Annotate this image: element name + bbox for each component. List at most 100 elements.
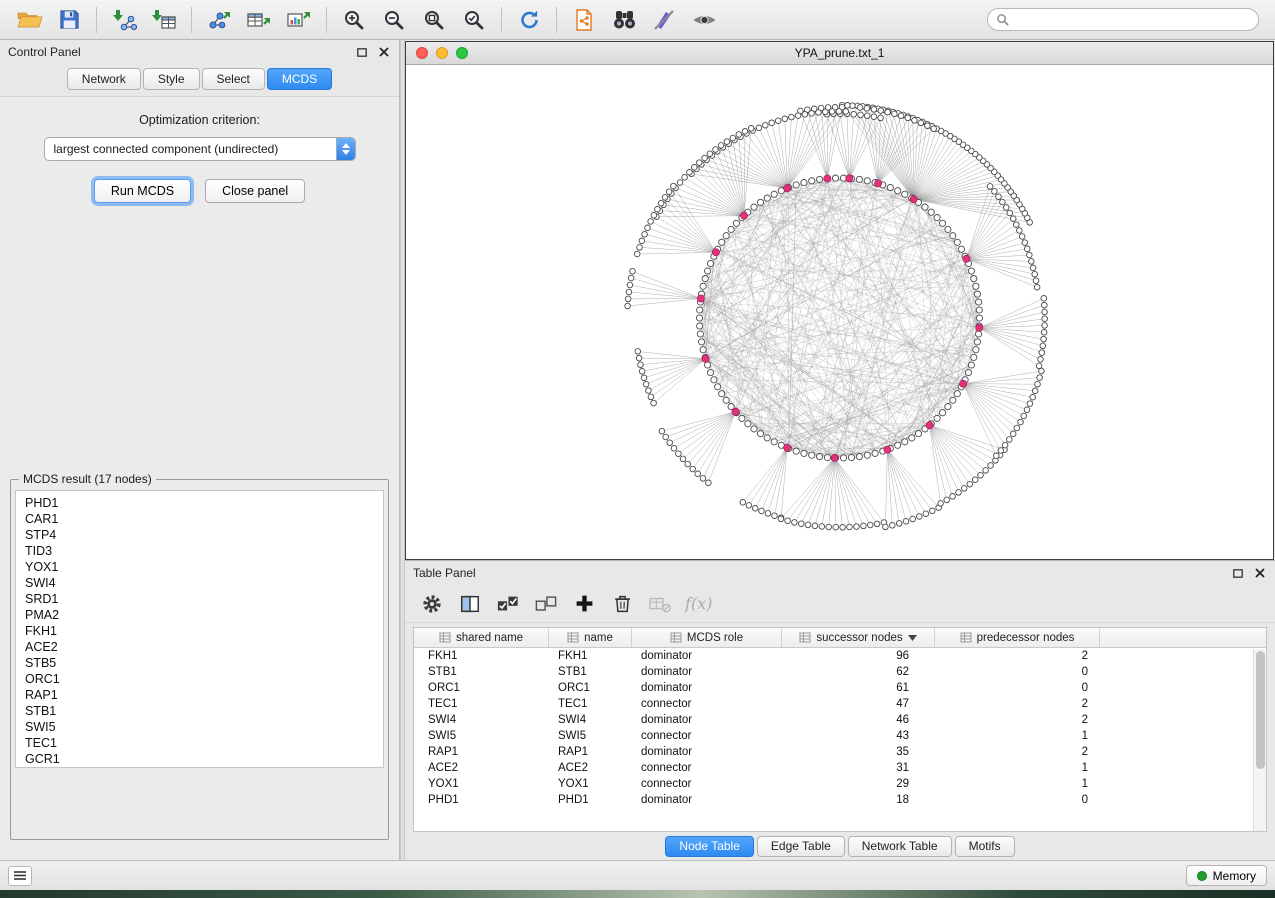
minimize-window-icon[interactable] <box>436 47 448 59</box>
save-session-button[interactable] <box>50 4 88 36</box>
float-table-panel-button[interactable] <box>1231 566 1245 580</box>
table-row[interactable]: SWI4SWI4dominator462 <box>414 712 1266 728</box>
mcds-result-item[interactable]: YOX1 <box>25 559 383 575</box>
table-row[interactable]: RAP1RAP1dominator352 <box>414 744 1266 760</box>
tab-node-table[interactable]: Node Table <box>665 836 754 857</box>
column-header-shared-name[interactable]: shared name <box>414 628 549 647</box>
tab-edge-table[interactable]: Edge Table <box>757 836 845 857</box>
control-panel-header: Control Panel <box>0 40 399 64</box>
show-columns-button[interactable] <box>453 589 487 619</box>
table-settings-button[interactable] <box>415 589 449 619</box>
table-vertical-scrollbar[interactable] <box>1253 649 1266 831</box>
zoom-fit-button[interactable] <box>415 4 453 36</box>
zoom-fit-icon <box>422 8 446 32</box>
mcds-result-item[interactable]: PMA2 <box>25 607 383 623</box>
mcds-result-item[interactable]: STP4 <box>25 527 383 543</box>
close-table-panel-button[interactable] <box>1253 566 1267 580</box>
select-stepper-icon <box>336 138 355 160</box>
close-window-icon[interactable] <box>416 47 428 59</box>
table-toolbar: f(x) <box>405 585 1275 623</box>
table-cell: ACE2 <box>549 760 632 776</box>
mcds-result-item[interactable]: TID3 <box>25 543 383 559</box>
tab-network-table[interactable]: Network Table <box>848 836 952 857</box>
zoom-out-button[interactable] <box>375 4 413 36</box>
float-panel-button[interactable] <box>355 45 369 59</box>
export-network-button[interactable] <box>200 4 238 36</box>
add-column-button[interactable] <box>567 589 601 619</box>
mcds-result-item[interactable]: ACE2 <box>25 639 383 655</box>
mcds-result-item[interactable]: GCR1 <box>25 751 383 767</box>
table-row[interactable]: FKH1FKH1dominator962 <box>414 648 1266 664</box>
task-history-button[interactable] <box>8 866 32 886</box>
search-input[interactable] <box>1014 13 1250 27</box>
zoom-in-button[interactable] <box>335 4 373 36</box>
table-row[interactable]: ACE2ACE2connector311 <box>414 760 1266 776</box>
tab-select[interactable]: Select <box>202 68 265 90</box>
close-panel-button[interactable]: Close panel <box>205 179 305 203</box>
style-slash-icon <box>652 8 676 32</box>
open-session-button[interactable] <box>10 4 48 36</box>
sort-chevron-icon[interactable] <box>908 635 917 641</box>
column-header-successor-nodes[interactable]: successor nodes <box>782 628 935 647</box>
mcds-result-item[interactable]: SWI4 <box>25 575 383 591</box>
table-row[interactable]: STB1STB1dominator620 <box>414 664 1266 680</box>
memory-button[interactable]: Memory <box>1186 865 1267 886</box>
scrollbar-thumb[interactable] <box>1256 651 1265 769</box>
mcds-result-item[interactable]: STB1 <box>25 703 383 719</box>
tab-mcds[interactable]: MCDS <box>267 68 332 90</box>
table-row[interactable]: ORC1ORC1dominator610 <box>414 680 1266 696</box>
binoculars-icon <box>611 8 638 32</box>
table-row[interactable]: YOX1YOX1connector291 <box>414 776 1266 792</box>
delete-column-button[interactable] <box>605 589 639 619</box>
zoom-selected-button[interactable] <box>455 4 493 36</box>
table-row[interactable]: TEC1TEC1connector472 <box>414 696 1266 712</box>
network-graph[interactable] <box>406 65 1273 559</box>
table-cell: 2 <box>935 712 1100 728</box>
run-mcds-button[interactable]: Run MCDS <box>94 179 191 203</box>
close-panel-icon-button[interactable] <box>377 45 391 59</box>
mcds-result-item[interactable]: RAP1 <box>25 687 383 703</box>
import-network-button[interactable] <box>105 4 143 36</box>
table-cell: ACE2 <box>414 760 549 776</box>
search-network-button[interactable] <box>605 4 643 36</box>
network-canvas[interactable] <box>406 65 1273 559</box>
table-cell: 2 <box>935 744 1100 760</box>
mcds-result-item[interactable]: ORC1 <box>25 671 383 687</box>
toggle-visibility-button[interactable] <box>685 4 723 36</box>
mcds-result-list[interactable]: PHD1CAR1STP4TID3YOX1SWI4SRD1PMA2FKH1ACE2… <box>15 490 384 768</box>
table-disabled-icon <box>647 593 673 615</box>
mcds-result-item[interactable]: SRD1 <box>25 591 383 607</box>
criterion-select[interactable]: largest connected component (undirected) <box>44 137 356 161</box>
mcds-result-item[interactable]: FKH1 <box>25 623 383 639</box>
refresh-button[interactable] <box>510 4 548 36</box>
column-header-name[interactable]: name <box>549 628 632 647</box>
import-table-button[interactable] <box>145 4 183 36</box>
table-cell: 29 <box>782 776 935 792</box>
mcds-result-item[interactable]: CAR1 <box>25 511 383 527</box>
graphics-details-button[interactable] <box>645 4 683 36</box>
tab-motifs[interactable]: Motifs <box>955 836 1015 857</box>
unselect-all-button[interactable] <box>529 589 563 619</box>
table-panel: Table Panel <box>405 560 1275 860</box>
export-table-button[interactable] <box>240 4 278 36</box>
clear-table-button <box>643 589 677 619</box>
mcds-result-item[interactable]: TEC1 <box>25 735 383 751</box>
search-box[interactable] <box>987 8 1259 31</box>
column-grid-icon <box>799 632 811 643</box>
table-row[interactable]: PHD1PHD1dominator180 <box>414 792 1266 808</box>
float-window-icon <box>1233 569 1243 578</box>
mcds-result-item[interactable]: STB5 <box>25 655 383 671</box>
export-document-button[interactable] <box>565 4 603 36</box>
tab-network[interactable]: Network <box>67 68 141 90</box>
export-image-button[interactable] <box>280 4 318 36</box>
maximize-window-icon[interactable] <box>456 47 468 59</box>
mcds-result-item[interactable]: PHD1 <box>25 495 383 511</box>
column-header-mcds-role[interactable]: MCDS role <box>632 628 782 647</box>
mcds-result-item[interactable]: SWI5 <box>25 719 383 735</box>
column-label: name <box>584 632 613 644</box>
network-window-titlebar[interactable]: YPA_prune.txt_1 <box>406 42 1273 65</box>
table-row[interactable]: SWI5SWI5connector431 <box>414 728 1266 744</box>
tab-style[interactable]: Style <box>143 68 200 90</box>
column-header-predecessor-nodes[interactable]: predecessor nodes <box>935 628 1100 647</box>
select-all-button[interactable] <box>491 589 525 619</box>
